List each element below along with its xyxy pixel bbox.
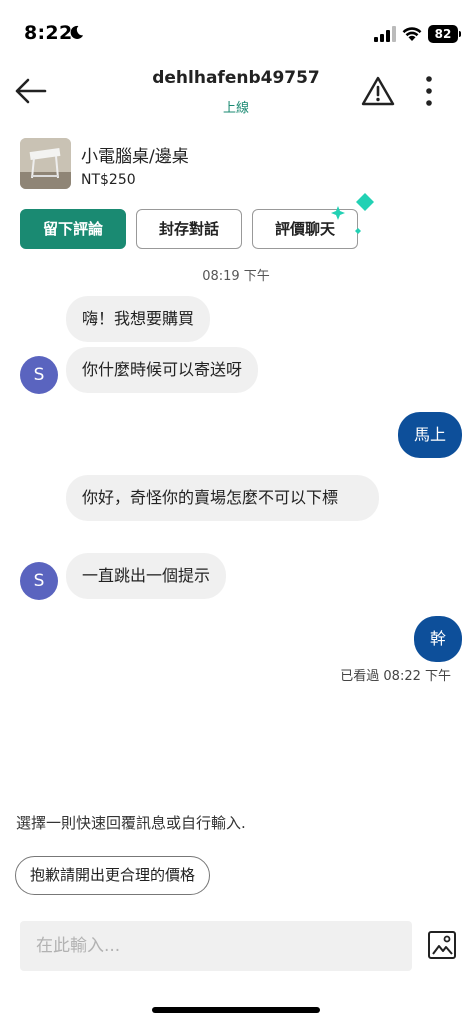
- back-arrow-icon[interactable]: [14, 76, 48, 106]
- product-image: [20, 138, 71, 189]
- chat-username: dehlhafenb49757: [152, 68, 320, 88]
- battery-nub: [459, 31, 461, 37]
- incoming-message: 你什麼時候可以寄送呀: [66, 347, 259, 393]
- incoming-message: 你好，奇怪你的賣場怎麼不可以下標: [66, 475, 379, 521]
- image-attach-icon[interactable]: [427, 930, 457, 960]
- message-input[interactable]: [20, 921, 412, 971]
- status-bar: 8:22 82: [0, 0, 472, 64]
- sender-avatar[interactable]: S: [20, 356, 58, 394]
- quick-reply-chip[interactable]: 抱歉請開出更合理的價格: [15, 856, 211, 895]
- incoming-message: 嗨！我想要購買: [66, 296, 211, 342]
- quick-reply-prompt: 選擇一則快速回覆訊息或自行輸入.: [16, 814, 246, 832]
- warning-icon[interactable]: [360, 75, 396, 107]
- sender-avatar[interactable]: S: [20, 562, 58, 600]
- moon-icon: [70, 25, 84, 39]
- more-options-icon[interactable]: [418, 74, 440, 108]
- home-indicator[interactable]: [152, 1007, 320, 1013]
- incoming-message: 一直跳出一個提示: [66, 553, 227, 599]
- leave-review-button[interactable]: 留下評論: [20, 209, 126, 249]
- archive-chat-button[interactable]: 封存對話: [136, 209, 242, 249]
- outgoing-message: 幹: [413, 616, 462, 662]
- sparkle-icon: [331, 193, 374, 234]
- read-receipt: 已看過 08:22 下午: [340, 669, 451, 684]
- product-name[interactable]: 小電腦桌/邊桌: [81, 142, 189, 167]
- product-price: NT$250: [81, 172, 136, 188]
- outgoing-message: 馬上: [397, 412, 462, 458]
- product-thumbnail[interactable]: [20, 138, 71, 189]
- wifi-icon: [402, 27, 422, 41]
- cellular-signal-icon: [374, 26, 396, 42]
- status-time: 8:22: [24, 22, 73, 44]
- chat-timestamp: 08:19 下午: [202, 269, 270, 284]
- battery-indicator: 82: [428, 25, 458, 43]
- online-status: 上線: [222, 101, 249, 116]
